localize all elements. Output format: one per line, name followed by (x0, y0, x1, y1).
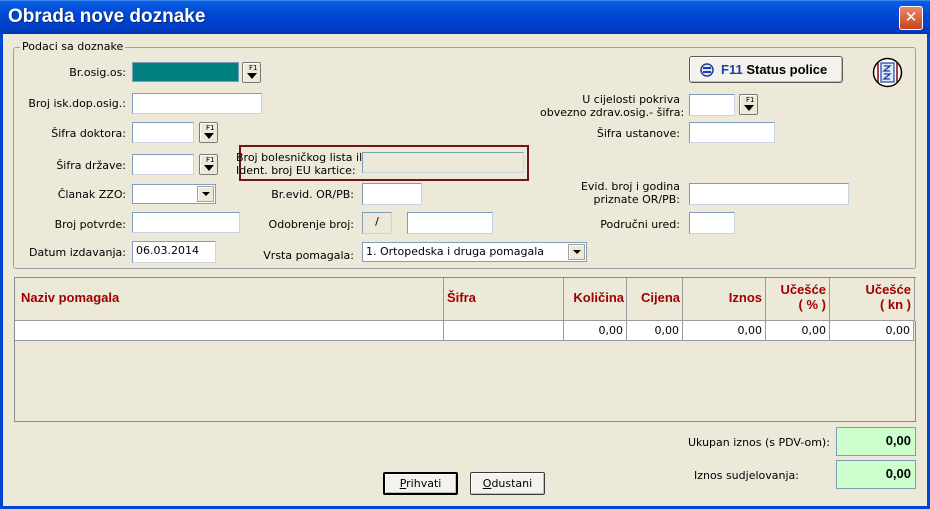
evid-broj-label-line2: priznate OR/PB: (593, 193, 680, 206)
iznos-sudjelovanja-value: 0,00 (836, 460, 916, 489)
chevron-down-icon (573, 250, 581, 254)
bolesnicki-input[interactable] (362, 152, 524, 173)
col-ucesce-pct-header[interactable]: Učešće ( % ) (766, 278, 830, 321)
sifra-doktora-lookup-button[interactable]: F1 (199, 122, 218, 143)
broj-isk-input[interactable] (132, 93, 262, 114)
sifra-ustanove-input[interactable] (689, 122, 775, 143)
status-icon (700, 63, 714, 77)
odobrenje-label: Odobrenje broj: (268, 218, 354, 231)
col-naziv-header[interactable]: Naziv pomagala (15, 278, 444, 321)
u-cijelosti-input[interactable] (689, 94, 735, 116)
close-icon: ✕ (904, 8, 918, 26)
datum-izdavanja-label: Datum izdavanja: (29, 246, 126, 259)
sifra-drzave-label: Šifra države: (56, 159, 126, 172)
prihvati-label: rihvati (406, 477, 442, 490)
cell-ucesce-kn[interactable]: 0,00 (830, 321, 914, 341)
odustani-button[interactable]: Odustani (470, 472, 545, 495)
cell-cijena[interactable]: 0,00 (627, 321, 683, 341)
status-button-label: F11 Status police (721, 62, 827, 77)
close-button[interactable]: ✕ (899, 6, 923, 30)
cell-sifra[interactable] (444, 321, 564, 341)
status-police-button[interactable]: F11 Status police (689, 56, 843, 83)
group-title: Podaci sa doznake (20, 40, 126, 53)
f1-hint: F1 (746, 96, 755, 104)
broj-osig-label: Br.osig.os: (69, 66, 126, 79)
ucesce-kn-line2: ( kn ) (879, 297, 911, 312)
status-key: F11 (721, 62, 743, 77)
col-iznos-header[interactable]: Iznos (683, 278, 766, 321)
arrow-down-icon (204, 165, 214, 171)
cell-iznos[interactable]: 0,00 (683, 321, 766, 341)
broj-potvrde-input[interactable] (132, 212, 240, 233)
clanak-zzo-label: Članak ZZO: (57, 188, 126, 201)
cell-kolicina[interactable]: 0,00 (564, 321, 627, 341)
sifra-drzave-lookup-button[interactable]: F1 (199, 154, 218, 175)
odobrenje-input[interactable] (407, 212, 493, 234)
arrow-down-icon (744, 105, 754, 111)
bolesnicki-label-line1: Broj bolesničkog lista ili (236, 151, 366, 164)
ucesce-pct-line2: ( % ) (798, 297, 826, 312)
sifra-ustanove-label: Šifra ustanove: (596, 127, 680, 140)
col-cijena-header[interactable]: Cijena (627, 278, 683, 321)
dropdown-button[interactable] (568, 244, 585, 260)
vrsta-pomagala-select[interactable]: 1. Ortopedska i druga pomagala (362, 242, 587, 262)
arrow-down-icon (247, 73, 257, 79)
broj-potvrde-label: Broj potvrde: (54, 218, 126, 231)
odustani-label: dustani (491, 477, 533, 490)
sifra-doktora-label: Šifra doktora: (51, 127, 126, 140)
col-kolicina-header[interactable]: Količina (564, 278, 627, 321)
ucesce-kn-line1: Učešće (865, 282, 911, 297)
u-cijelosti-lookup-button[interactable]: F1 (739, 94, 758, 115)
br-evid-input[interactable] (362, 183, 422, 205)
col-ucesce-kn-header[interactable]: Učešće ( kn ) (830, 278, 915, 321)
br-evid-label: Br.evid. OR/PB: (271, 188, 354, 201)
broj-osig-input[interactable] (132, 62, 239, 82)
f1-hint: F1 (206, 156, 215, 164)
clanak-zzo-select[interactable] (132, 184, 216, 204)
col-sifra-header[interactable]: Šifra (444, 278, 564, 321)
datum-izdavanja-input[interactable]: 06.03.2014 (132, 241, 216, 263)
broj-osig-lookup-button[interactable]: F1 (242, 62, 261, 83)
evid-broj-input[interactable] (689, 183, 849, 205)
u-cijelosti-label-line1: U cijelosti pokriva (582, 93, 680, 106)
prihvati-button[interactable]: Prihvati (383, 472, 458, 495)
calculator-icon[interactable] (872, 57, 903, 88)
podrucni-ured-label: Područni ured: (600, 218, 680, 231)
cell-ucesce-pct[interactable]: 0,00 (766, 321, 830, 341)
f1-hint: F1 (249, 64, 258, 72)
dropdown-button[interactable] (197, 186, 214, 202)
bolesnicki-label-line2: Ident. broj EU kartice: (236, 164, 356, 177)
vrsta-pomagala-label: Vrsta pomagala: (263, 249, 354, 262)
podrucni-ured-input[interactable] (689, 212, 735, 234)
arrow-down-icon (204, 133, 214, 139)
ukupan-iznos-label: Ukupan iznos (s PDV-om): (688, 436, 830, 449)
evid-broj-label-line1: Evid. broj i godina (580, 180, 680, 193)
u-cijelosti-label-line2: obvezno zdrav.osig.- šifra: (540, 106, 685, 119)
odobrenje-prefix: / (362, 212, 392, 234)
f1-hint: F1 (206, 124, 215, 132)
broj-isk-label: Broj isk.dop.osig.: (28, 97, 126, 110)
status-label: Status police (746, 62, 828, 77)
vrsta-pomagala-value: 1. Ortopedska i druga pomagala (366, 245, 545, 258)
ukupan-iznos-value: 0,00 (836, 427, 916, 456)
sifra-doktora-input[interactable] (132, 122, 194, 143)
title-bar: Obrada nove doznake ✕ (0, 0, 930, 34)
window-title: Obrada nove doznake (8, 6, 206, 27)
sifra-drzave-input[interactable] (132, 154, 194, 175)
iznos-sudjelovanja-label: Iznos sudjelovanja: (694, 469, 799, 482)
chevron-down-icon (202, 192, 210, 196)
ucesce-pct-line1: Učešće (780, 282, 826, 297)
cell-naziv[interactable] (15, 321, 444, 341)
